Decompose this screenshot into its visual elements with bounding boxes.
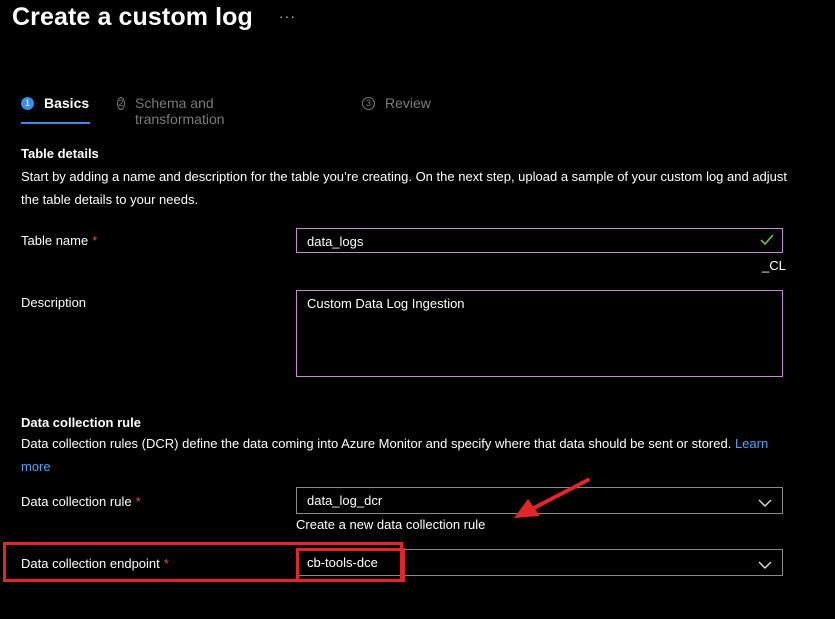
table-name-suffix: _CL xyxy=(762,258,786,273)
tab-schema-and-transformation[interactable]: 2 Schema and transformation xyxy=(117,95,229,127)
step-number-3: 3 xyxy=(362,97,375,110)
required-asterisk: * xyxy=(92,233,98,248)
step-number-2: 2 xyxy=(117,97,126,110)
more-options-button[interactable]: ··· xyxy=(279,8,296,24)
highlight-box-endpoint-value xyxy=(296,548,405,582)
table-name-value: data_logs xyxy=(307,234,364,249)
dcr-dropdown-value: data_log_dcr xyxy=(307,493,383,508)
dcr-heading: Data collection rule xyxy=(21,415,141,430)
tab-review[interactable]: 3 Review xyxy=(362,95,431,125)
annotation-arrow-icon xyxy=(514,478,590,518)
table-name-label: Table name * xyxy=(21,233,98,248)
checkmark-icon xyxy=(760,234,774,249)
table-name-input[interactable]: data_logs xyxy=(296,228,783,253)
dcr-label: Data collection rule * xyxy=(21,494,141,509)
step-number-1: 1 xyxy=(21,97,34,110)
table-details-heading: Table details xyxy=(21,146,99,161)
tab-label-schema: Schema and transformation xyxy=(135,95,225,127)
tab-label-review: Review xyxy=(385,95,431,111)
active-tab-indicator xyxy=(21,122,90,124)
create-dcr-link[interactable]: Create a new data collection rule xyxy=(296,517,485,532)
required-asterisk: * xyxy=(135,494,141,509)
chevron-down-icon xyxy=(758,496,772,511)
tab-basics[interactable]: 1 Basics xyxy=(21,95,90,125)
tab-label-basics: Basics xyxy=(44,95,90,111)
page-title: Create a custom log xyxy=(12,3,253,31)
description-label: Description xyxy=(21,295,87,310)
description-textarea[interactable]: Custom Data Log Ingestion xyxy=(296,290,783,377)
chevron-down-icon xyxy=(758,558,772,573)
create-custom-log-page: Create a custom log ··· 1 Basics 2 Schem… xyxy=(0,0,835,619)
dcr-description: Data collection rules (DCR) define the d… xyxy=(21,436,769,474)
table-details-description: Start by adding a name and description f… xyxy=(21,169,788,207)
description-value: Custom Data Log Ingestion xyxy=(307,296,465,311)
